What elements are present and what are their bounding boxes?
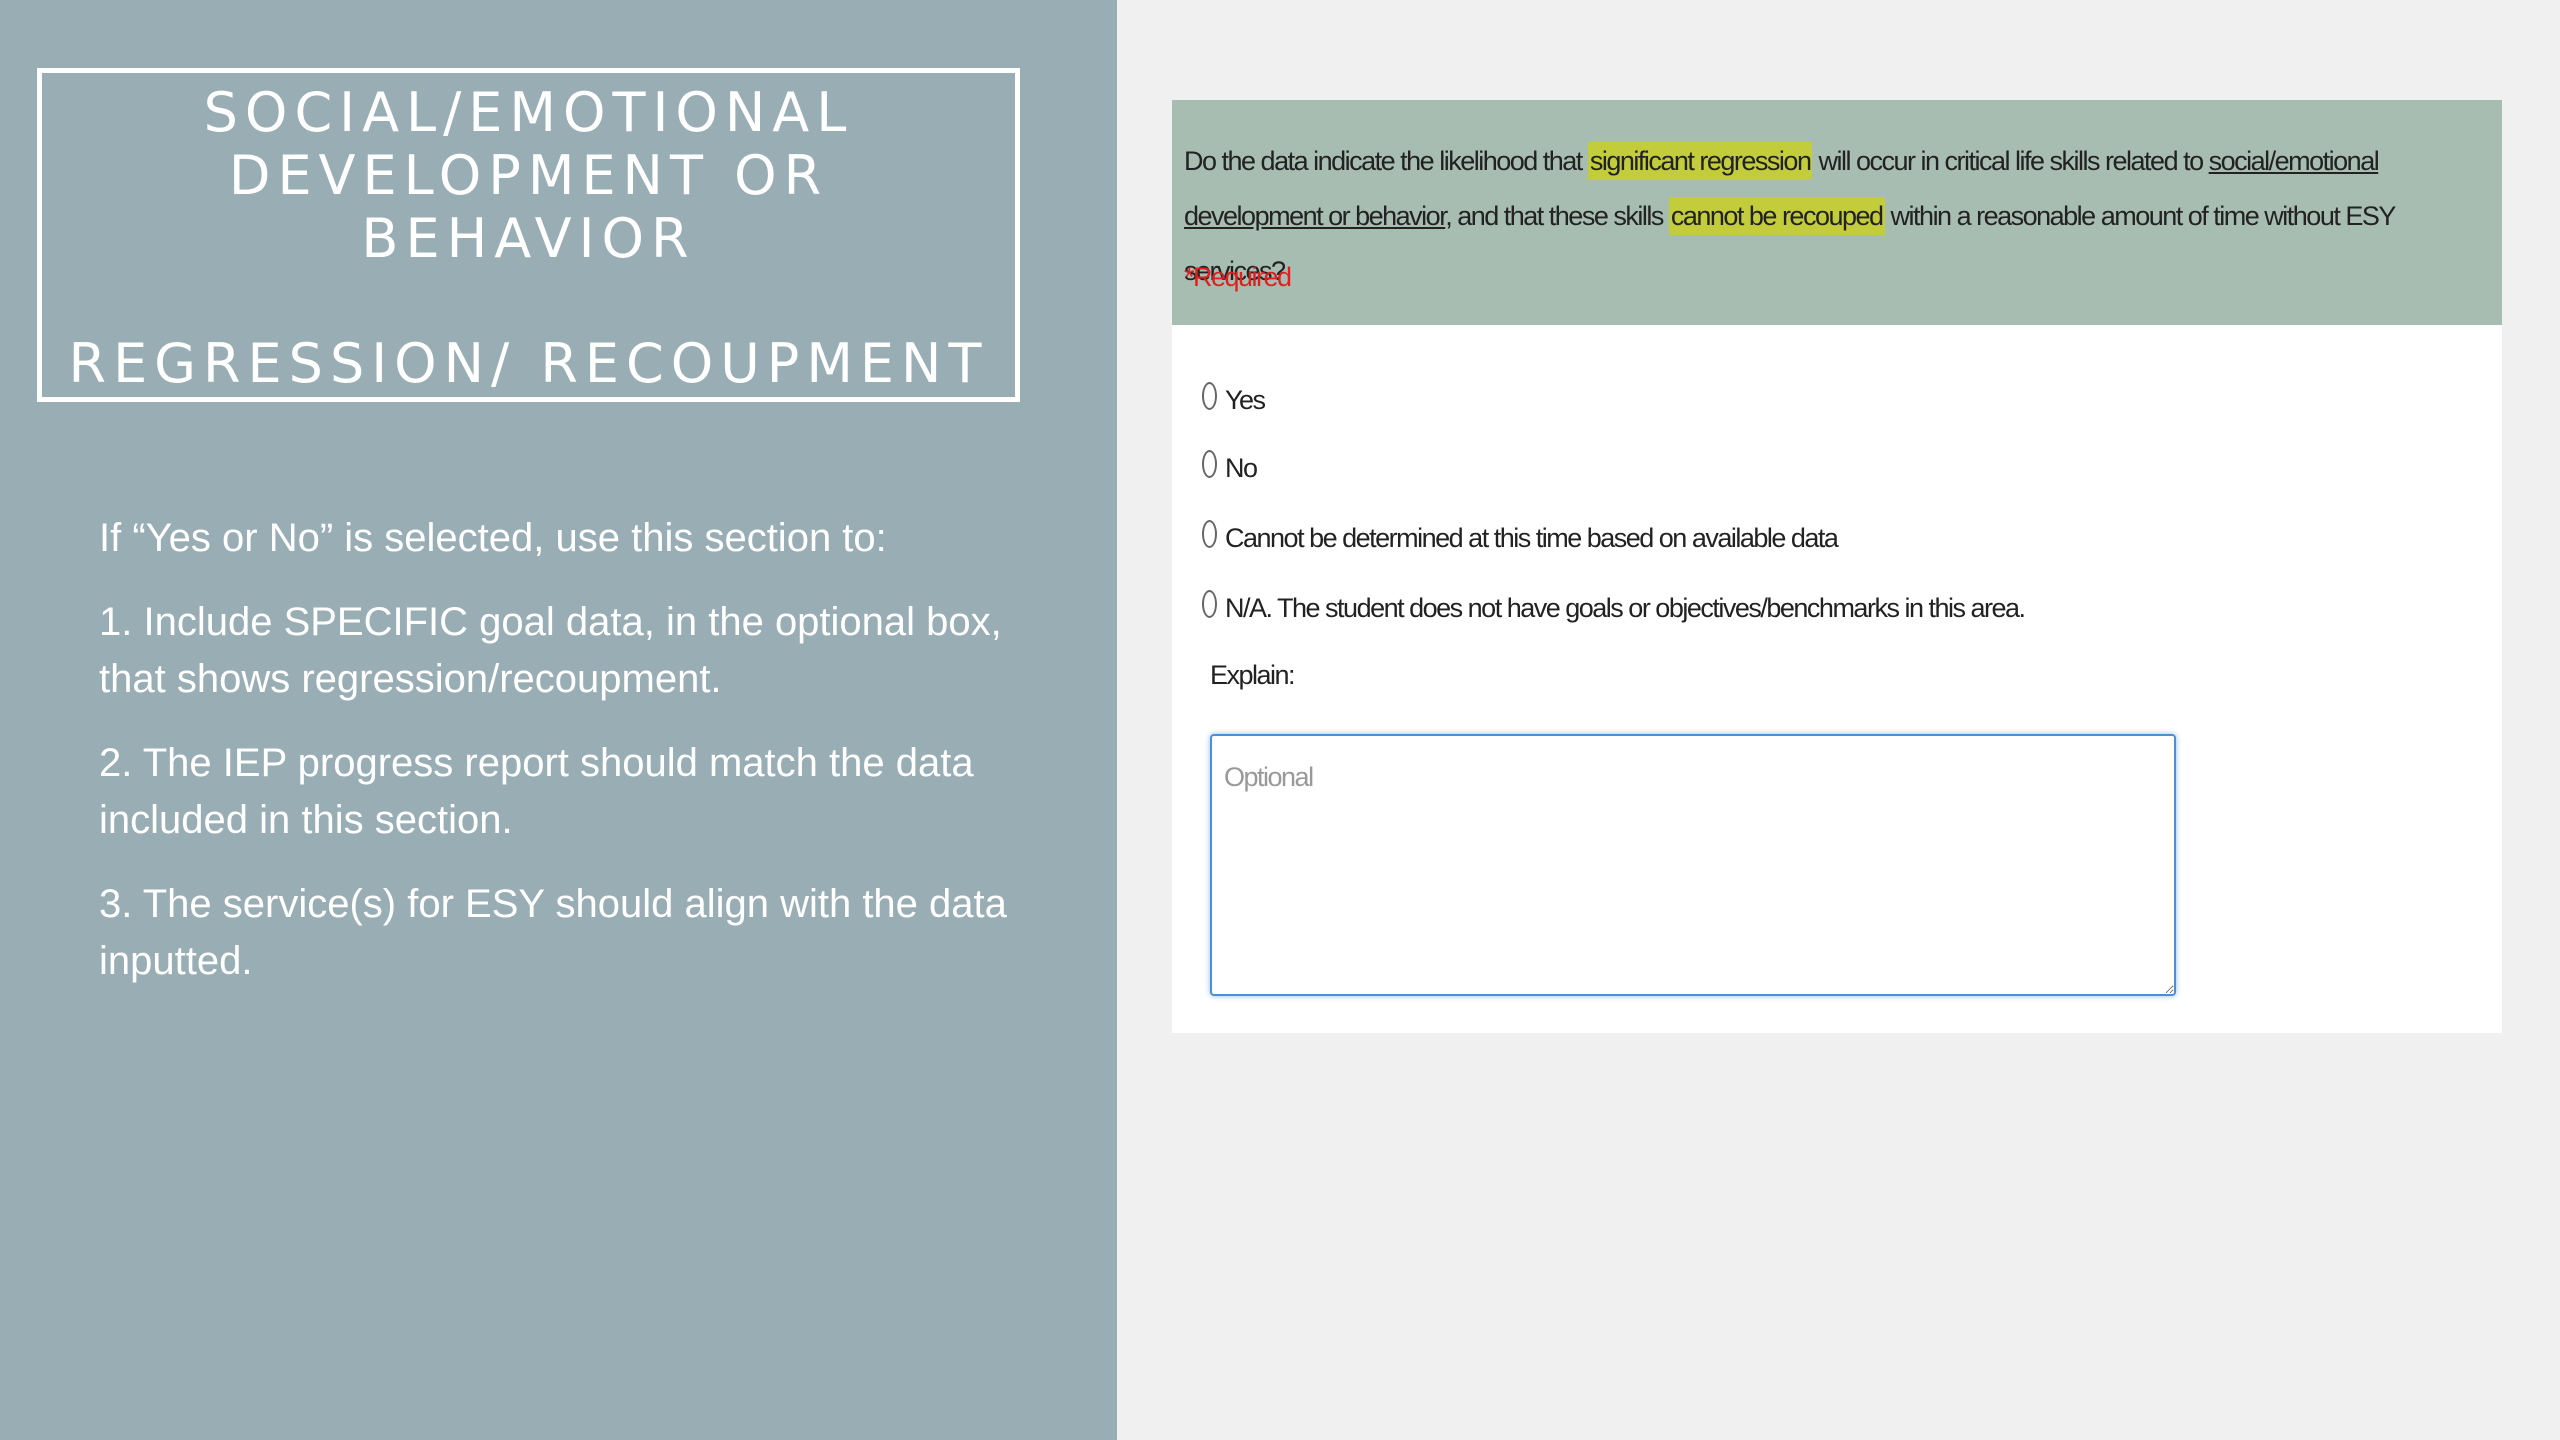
radio-button-yes[interactable]: [1202, 382, 1217, 410]
option-label-cannot-be-determined: Cannot be determined at this time based …: [1225, 522, 1839, 553]
highlighted-phrase: significant regression: [1587, 142, 1813, 180]
question-header: Do the data indicate the likelihood that…: [1172, 100, 2502, 325]
slide-subtitle: REGRESSION/ RECOUPMENT: [68, 332, 989, 395]
question-text-part: will occur in critical life skills relat…: [1812, 146, 2209, 176]
option-label-no: No: [1225, 452, 1258, 483]
form-screenshot-card: Do the data indicate the likelihood that…: [1172, 100, 2502, 1033]
question-text: Do the data indicate the likelihood that…: [1184, 134, 2490, 299]
question-text-part: Do the data indicate the likelihood that: [1184, 146, 1588, 176]
option-not-applicable[interactable]: N/A. The student does not have goals or …: [1202, 586, 2026, 630]
option-no[interactable]: No: [1202, 446, 1258, 490]
radio-button-no[interactable]: [1202, 450, 1217, 478]
radio-button-not-applicable[interactable]: [1202, 590, 1217, 618]
slide-title-line: BEHAVIOR: [361, 207, 696, 270]
instructions-intro: If “Yes or No” is selected, use this sec…: [99, 516, 887, 560]
slide-title-box: SOCIAL/EMOTIONAL DEVELOPMENT OR BEHAVIOR…: [37, 68, 1020, 402]
required-label: *Required: [1184, 262, 1292, 292]
highlighted-phrase: cannot be recouped: [1668, 197, 1885, 235]
instruction-item: 3. The service(s) for ESY should align w…: [99, 882, 1007, 983]
radio-button-cannot-be-determined[interactable]: [1202, 520, 1217, 548]
slide-left-panel: SOCIAL/EMOTIONAL DEVELOPMENT OR BEHAVIOR…: [0, 0, 1117, 1440]
slide-title-line: SOCIAL/EMOTIONAL: [203, 81, 854, 144]
question-text-part: , and that these skills: [1445, 201, 1669, 231]
option-cannot-be-determined[interactable]: Cannot be determined at this time based …: [1202, 516, 1839, 560]
instructions-list: If “Yes or No” is selected, use this sec…: [99, 510, 1059, 1017]
option-label-not-applicable: N/A. The student does not have goals or …: [1225, 592, 2026, 623]
option-label-yes: Yes: [1225, 384, 1266, 415]
explain-textarea[interactable]: [1210, 734, 2176, 996]
instruction-item: 1. Include SPECIFIC goal data, in the op…: [99, 600, 1002, 701]
instruction-item: 2. The IEP progress report should match …: [99, 741, 974, 842]
slide-title-line: DEVELOPMENT OR: [228, 144, 829, 207]
explain-label: Explain:: [1210, 660, 1296, 690]
option-yes[interactable]: Yes: [1202, 378, 1266, 422]
